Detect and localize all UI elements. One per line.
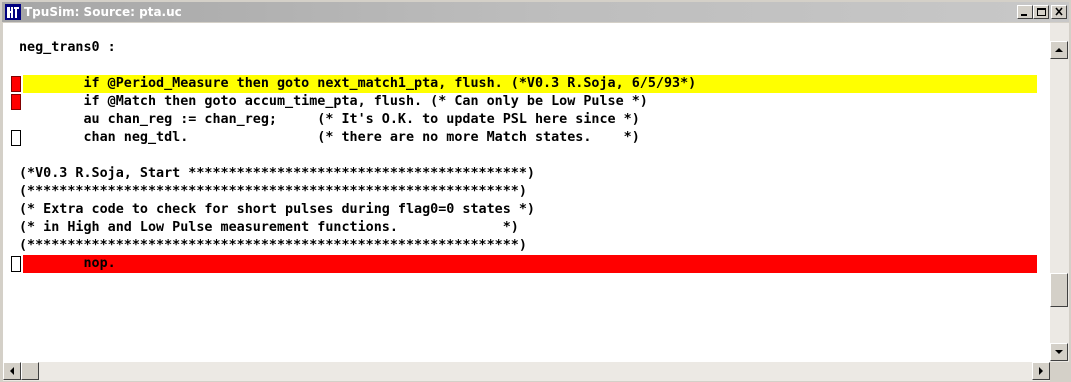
- code-line[interactable]: if @Period_Measure then goto next_match1…: [3, 75, 1050, 93]
- code-line[interactable]: (*V0.3 R.Soja, Start *******************…: [3, 165, 1050, 183]
- source-code-editor[interactable]: neg_trans0 : if @Period_Measure then got…: [3, 23, 1050, 362]
- window-title: TpuSim: Source: pta.uc: [24, 5, 182, 19]
- scroll-down-button[interactable]: [1050, 343, 1068, 361]
- code-text: (* in High and Low Pulse measurement fun…: [19, 220, 519, 235]
- horizontal-scroll-thumb[interactable]: [21, 362, 39, 380]
- code-line[interactable]: [3, 57, 1050, 75]
- code-line[interactable]: neg_trans0 :: [3, 39, 1050, 57]
- minimize-button[interactable]: [1017, 5, 1033, 19]
- code-text: au chan_reg := chan_reg; (* It's O.K. to…: [19, 112, 640, 127]
- code-text: (***************************************…: [19, 238, 527, 253]
- code-text: (* Extra code to check for short pulses …: [19, 202, 535, 217]
- vertical-scrollbar[interactable]: [1050, 23, 1069, 362]
- code-text: neg_trans0 :: [19, 40, 116, 55]
- source-window: TpuSim: Source: pta.uc neg_trans0 : if @…: [0, 0, 1071, 382]
- code-line[interactable]: [3, 147, 1050, 165]
- scroll-up-button[interactable]: [1050, 41, 1068, 59]
- maximize-icon: [1037, 8, 1046, 16]
- code-line[interactable]: (***************************************…: [3, 237, 1050, 255]
- close-button[interactable]: [1051, 5, 1067, 19]
- title-bar[interactable]: TpuSim: Source: pta.uc: [2, 2, 1069, 22]
- code-line[interactable]: (***************************************…: [3, 183, 1050, 201]
- vertical-scroll-thumb[interactable]: [1050, 273, 1068, 307]
- arrow-left-icon: [10, 367, 14, 375]
- code-text: if @Match then goto accum_time_pta, flus…: [19, 94, 648, 109]
- close-icon: [1055, 7, 1063, 16]
- scroll-right-button[interactable]: [1032, 362, 1050, 380]
- code-line[interactable]: chan neg_tdl. (* there are no more Match…: [3, 129, 1050, 147]
- horizontal-scrollbar[interactable]: [3, 362, 1050, 381]
- code-text: chan neg_tdl. (* there are no more Match…: [19, 130, 640, 145]
- code-text: (*V0.3 R.Soja, Start *******************…: [19, 166, 535, 181]
- code-line[interactable]: (* in High and Low Pulse measurement fun…: [3, 219, 1050, 237]
- code-line[interactable]: (* Extra code to check for short pulses …: [3, 201, 1050, 219]
- code-line[interactable]: au chan_reg := chan_reg; (* It's O.K. to…: [3, 111, 1050, 129]
- breakpoint-line-highlight: [23, 255, 1037, 273]
- code-text: if @Period_Measure then goto next_match1…: [19, 76, 697, 91]
- scroll-left-button[interactable]: [3, 362, 21, 380]
- code-line[interactable]: nop.: [3, 255, 1050, 273]
- maximize-button[interactable]: [1033, 5, 1049, 19]
- tpusim-app-icon[interactable]: [5, 4, 21, 20]
- code-text: (***************************************…: [19, 184, 527, 199]
- minimize-icon: [1021, 14, 1027, 16]
- code-line[interactable]: if @Match then goto accum_time_pta, flus…: [3, 93, 1050, 111]
- arrow-up-icon: [1055, 48, 1063, 52]
- code-text: nop.: [19, 256, 116, 271]
- size-grip[interactable]: [1050, 362, 1069, 381]
- arrow-down-icon: [1055, 350, 1063, 354]
- arrow-right-icon: [1039, 367, 1043, 375]
